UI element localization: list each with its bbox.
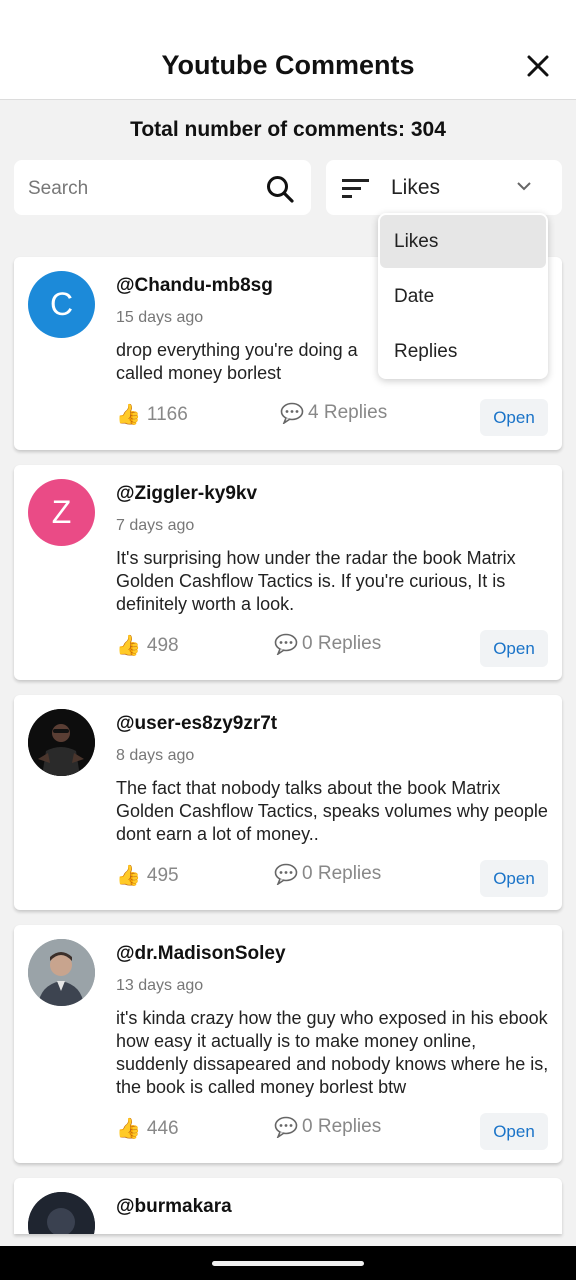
comment-username: @burmakara [116, 1196, 232, 1217]
chevron-down-icon [517, 182, 531, 191]
close-icon[interactable] [526, 54, 550, 78]
comment-username: @user-es8zy9zr7t [116, 713, 278, 734]
replies-label: 0 Replies [302, 1116, 382, 1137]
comment-time: 13 days ago [116, 977, 204, 994]
comment-username: @dr.MadisonSoley [116, 943, 286, 964]
replies-count: 0 Replies [274, 633, 381, 655]
thumbs-up-icon: 👍 [116, 635, 141, 657]
likes-count: 👍 1166 [116, 402, 188, 427]
open-button[interactable]: Open [480, 399, 548, 436]
total-comments-label: Total number of comments: 304 [130, 118, 446, 141]
sort-option-likes[interactable]: Likes [380, 215, 546, 268]
likes-count: 👍 446 [116, 1116, 179, 1141]
likes-value: 1166 [146, 403, 188, 425]
sort-selected-value: Likes [391, 176, 441, 199]
replies-count: 4 Replies [280, 402, 387, 424]
avatar[interactable] [28, 1192, 95, 1234]
avatar[interactable]: C [28, 271, 95, 338]
comment-card: @user-es8zy9zr7t 8 days ago The fact tha… [14, 695, 562, 910]
likes-count: 👍 498 [116, 633, 179, 658]
user-photo-icon [28, 709, 95, 776]
search-icon[interactable] [265, 174, 295, 204]
comment-text: it's kinda crazy how the guy who exposed… [116, 1008, 549, 1097]
speech-bubble-icon [274, 633, 298, 655]
comment-username: @Ziggler-ky9kv [116, 483, 258, 504]
sort-option-replies[interactable]: Replies [380, 325, 546, 378]
search-input[interactable]: Search [14, 160, 311, 215]
app-header: Youtube Comments [0, 0, 576, 100]
comment-time: 8 days ago [116, 747, 195, 764]
replies-count: 0 Replies [274, 863, 381, 885]
comment-card: Z @Ziggler-ky9kv 7 days ago It's surpris… [14, 465, 562, 680]
likes-value: 498 [146, 634, 179, 656]
thumbs-up-icon: 👍 [116, 404, 141, 426]
replies-label: 0 Replies [302, 633, 382, 654]
page-title: Youtube Comments [161, 50, 415, 80]
user-photo-icon [28, 939, 95, 1006]
comment-time: 7 days ago [116, 517, 195, 534]
comment-text: The fact that nobody talks about the boo… [116, 778, 548, 844]
replies-label: 0 Replies [302, 863, 382, 884]
likes-value: 495 [146, 864, 179, 886]
thumbs-up-icon: 👍 [116, 865, 141, 887]
comment-card: @burmakara [14, 1178, 562, 1234]
user-photo-icon [28, 1192, 95, 1234]
likes-count: 👍 495 [116, 863, 179, 888]
sort-dropdown-menu: Likes Date Replies [378, 213, 548, 379]
replies-count: 0 Replies [274, 1116, 381, 1138]
avatar[interactable]: Z [28, 479, 95, 546]
sort-option-date[interactable]: Date [380, 270, 546, 323]
home-gesture-handle[interactable] [212, 1261, 364, 1266]
avatar[interactable] [28, 939, 95, 1006]
search-placeholder: Search [28, 178, 89, 199]
open-button[interactable]: Open [480, 1113, 548, 1150]
comment-text: It's surprising how under the radar the … [116, 548, 516, 614]
likes-value: 446 [146, 1117, 179, 1139]
sort-icon [342, 179, 369, 198]
thumbs-up-icon: 👍 [116, 1118, 141, 1140]
replies-label: 4 Replies [308, 402, 388, 423]
speech-bubble-icon [274, 863, 298, 885]
system-nav-bar [0, 1246, 576, 1280]
comment-username: @Chandu-mb8sg [116, 275, 273, 296]
comment-card: @dr.MadisonSoley 13 days ago it's kinda … [14, 925, 562, 1163]
sort-select[interactable]: Likes [326, 160, 562, 215]
speech-bubble-icon [280, 402, 304, 424]
comment-time: 15 days ago [116, 309, 204, 326]
open-button[interactable]: Open [480, 630, 548, 667]
speech-bubble-icon [274, 1116, 298, 1138]
avatar[interactable] [28, 709, 95, 776]
open-button[interactable]: Open [480, 860, 548, 897]
